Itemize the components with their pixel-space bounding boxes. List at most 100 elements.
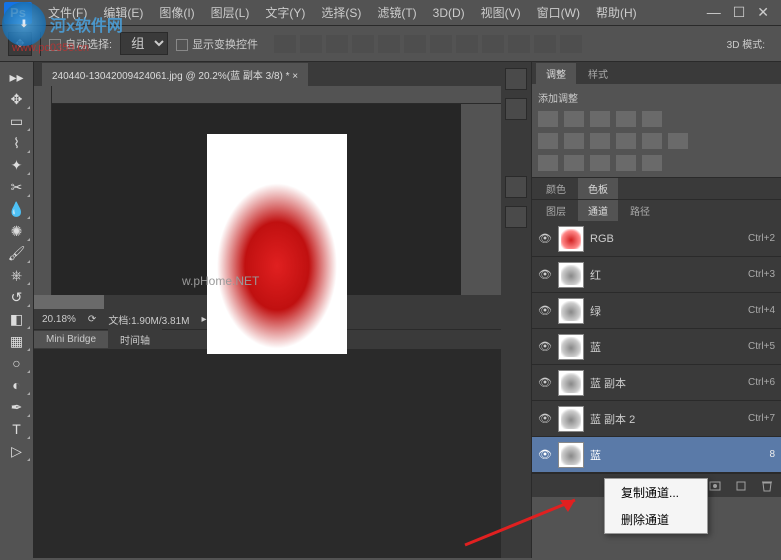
visibility-toggle[interactable]: 👁 bbox=[538, 268, 552, 282]
posterize-icon[interactable] bbox=[564, 155, 584, 171]
ctx-duplicate-channel[interactable]: 复制通道... bbox=[605, 479, 707, 506]
channel-row[interactable]: 👁蓝Ctrl+5 bbox=[532, 329, 781, 365]
blur-tool[interactable]: ○ bbox=[2, 352, 32, 374]
tab-swatches[interactable]: 色板 bbox=[578, 178, 618, 199]
character-panel-icon[interactable] bbox=[505, 176, 527, 198]
channel-row[interactable]: 👁蓝8 bbox=[532, 437, 781, 473]
document-tab[interactable]: 240440-13042009424061.jpg @ 20.2%(蓝 副本 3… bbox=[42, 63, 308, 86]
collapse-icon[interactable]: ▸▸ bbox=[2, 66, 32, 88]
eraser-tool[interactable]: ◧ bbox=[2, 308, 32, 330]
tab-color[interactable]: 颜色 bbox=[536, 178, 576, 199]
zoom-level[interactable]: 20.18% bbox=[42, 314, 76, 325]
ctx-delete-channel[interactable]: 删除通道 bbox=[605, 506, 707, 533]
tab-timeline[interactable]: 时间轴 bbox=[108, 329, 162, 350]
healing-brush-tool[interactable]: ✺ bbox=[2, 220, 32, 242]
menu-3d[interactable]: 3D(D) bbox=[425, 6, 473, 20]
dodge-tool[interactable]: ◐ bbox=[2, 374, 32, 396]
save-selection-icon[interactable] bbox=[707, 479, 723, 493]
delete-channel-icon[interactable] bbox=[759, 479, 775, 493]
distribute-icon[interactable] bbox=[456, 35, 478, 53]
vertical-ruler[interactable] bbox=[34, 86, 52, 295]
threshold-icon[interactable] bbox=[590, 155, 610, 171]
menu-filter[interactable]: 滤镜(T) bbox=[369, 4, 424, 21]
clone-stamp-tool[interactable]: ⎈ bbox=[2, 264, 32, 286]
crop-tool[interactable]: ✂ bbox=[2, 176, 32, 198]
tab-styles[interactable]: 样式 bbox=[578, 63, 618, 84]
pen-tool[interactable]: ✒ bbox=[2, 396, 32, 418]
bw-icon[interactable] bbox=[590, 133, 610, 149]
history-brush-tool[interactable]: ↺ bbox=[2, 286, 32, 308]
align-icon[interactable] bbox=[404, 35, 426, 53]
distribute-icon[interactable] bbox=[482, 35, 504, 53]
visibility-toggle[interactable]: 👁 bbox=[538, 232, 552, 246]
menu-layer[interactable]: 图层(L) bbox=[203, 4, 258, 21]
magic-wand-tool[interactable]: ✦ bbox=[2, 154, 32, 176]
distribute-icon[interactable] bbox=[534, 35, 556, 53]
scrollbar-vertical[interactable] bbox=[461, 104, 501, 295]
align-icon[interactable] bbox=[326, 35, 348, 53]
maximize-button[interactable]: ☐ bbox=[733, 4, 746, 21]
visibility-toggle[interactable]: 👁 bbox=[538, 340, 552, 354]
menu-image[interactable]: 图像(I) bbox=[151, 4, 202, 21]
channel-row[interactable]: 👁RGBCtrl+2 bbox=[532, 221, 781, 257]
type-tool[interactable]: T bbox=[2, 418, 32, 440]
menu-select[interactable]: 选择(S) bbox=[313, 4, 369, 21]
brush-tool[interactable]: 🖌 bbox=[2, 242, 32, 264]
canvas[interactable]: w.pHome.NET bbox=[52, 104, 501, 295]
tab-layers[interactable]: 图层 bbox=[536, 200, 576, 221]
channel-mixer-icon[interactable] bbox=[642, 133, 662, 149]
paragraph-panel-icon[interactable] bbox=[505, 206, 527, 228]
menu-view[interactable]: 视图(V) bbox=[473, 4, 529, 21]
brightness-icon[interactable] bbox=[538, 111, 558, 127]
tab-mini-bridge[interactable]: Mini Bridge bbox=[34, 331, 108, 348]
gradient-tool[interactable]: ▦ bbox=[2, 330, 32, 352]
menu-window[interactable]: 窗口(W) bbox=[529, 4, 588, 21]
align-icon[interactable] bbox=[352, 35, 374, 53]
channel-row[interactable]: 👁绿Ctrl+4 bbox=[532, 293, 781, 329]
align-icon[interactable] bbox=[300, 35, 322, 53]
properties-panel-icon[interactable] bbox=[505, 98, 527, 120]
channel-row[interactable]: 👁蓝 副本Ctrl+6 bbox=[532, 365, 781, 401]
history-panel-icon[interactable] bbox=[505, 68, 527, 90]
align-icon[interactable] bbox=[378, 35, 400, 53]
new-channel-icon[interactable] bbox=[733, 479, 749, 493]
channel-row[interactable]: 👁蓝 副本 2Ctrl+7 bbox=[532, 401, 781, 437]
path-selection-tool[interactable]: ▷ bbox=[2, 440, 32, 462]
photo-filter-icon[interactable] bbox=[616, 133, 636, 149]
marquee-tool[interactable]: ▭ bbox=[2, 110, 32, 132]
color-balance-icon[interactable] bbox=[564, 133, 584, 149]
selective-color-icon[interactable] bbox=[642, 155, 662, 171]
tab-adjustments[interactable]: 调整 bbox=[536, 63, 576, 84]
minimize-button[interactable]: — bbox=[707, 4, 721, 21]
move-tool[interactable]: ✥ bbox=[2, 88, 32, 110]
distribute-icon[interactable] bbox=[508, 35, 530, 53]
visibility-toggle[interactable]: 👁 bbox=[538, 412, 552, 426]
channel-row[interactable]: 👁红Ctrl+3 bbox=[532, 257, 781, 293]
hue-icon[interactable] bbox=[538, 133, 558, 149]
visibility-toggle[interactable]: 👁 bbox=[538, 376, 552, 390]
lookup-icon[interactable] bbox=[668, 133, 688, 149]
exposure-icon[interactable] bbox=[616, 111, 636, 127]
visibility-toggle[interactable]: 👁 bbox=[538, 448, 552, 462]
gradient-map-icon[interactable] bbox=[616, 155, 636, 171]
distribute-icon[interactable] bbox=[430, 35, 452, 53]
align-icon[interactable] bbox=[274, 35, 296, 53]
eyedropper-tool[interactable]: 💧 bbox=[2, 198, 32, 220]
menu-help[interactable]: 帮助(H) bbox=[588, 4, 645, 21]
distribute-icon[interactable] bbox=[560, 35, 582, 53]
tab-channels[interactable]: 通道 bbox=[578, 200, 618, 221]
show-transform-checkbox[interactable]: 显示变换控件 bbox=[176, 36, 258, 52]
scroll-thumb[interactable] bbox=[34, 295, 104, 309]
levels-icon[interactable] bbox=[564, 111, 584, 127]
close-button[interactable]: ✕ bbox=[757, 4, 769, 21]
tab-paths[interactable]: 路径 bbox=[620, 200, 660, 221]
visibility-toggle[interactable]: 👁 bbox=[538, 304, 552, 318]
horizontal-ruler[interactable] bbox=[52, 86, 501, 104]
invert-icon[interactable] bbox=[538, 155, 558, 171]
rotate-icon[interactable]: ⟳ bbox=[88, 314, 96, 325]
curves-icon[interactable] bbox=[590, 111, 610, 127]
auto-select-dropdown[interactable]: 组 bbox=[120, 32, 168, 55]
lasso-tool[interactable]: ⌇ bbox=[2, 132, 32, 154]
menu-type[interactable]: 文字(Y) bbox=[257, 4, 313, 21]
vibrance-icon[interactable] bbox=[642, 111, 662, 127]
